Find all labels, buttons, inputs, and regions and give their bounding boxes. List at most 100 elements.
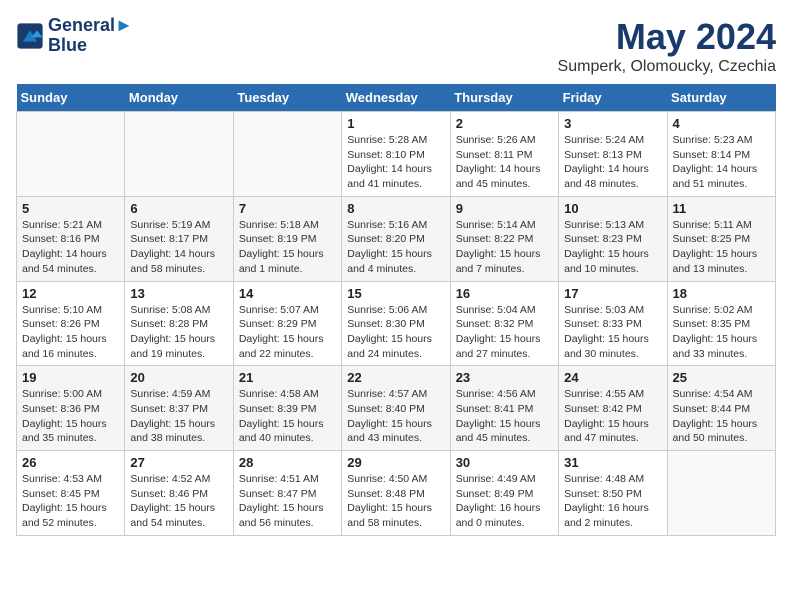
day-info: Sunrise: 5:28 AM Sunset: 8:10 PM Dayligh… [347,133,444,192]
week-row-4: 19 Sunrise: 5:00 AM Sunset: 8:36 PM Dayli… [17,366,776,451]
header-row: SundayMondayTuesdayWednesdayThursdayFrid… [17,84,776,112]
day-number: 22 [347,370,444,385]
day-info: Sunrise: 4:48 AM Sunset: 8:50 PM Dayligh… [564,472,661,531]
day-number: 2 [456,116,553,131]
day-cell: 1 Sunrise: 5:28 AM Sunset: 8:10 PM Daylig… [342,112,450,197]
day-info: Sunrise: 5:08 AM Sunset: 8:28 PM Dayligh… [130,303,227,362]
day-cell: 30Sunrise: 4:49 AM Sunset: 8:49 PM Dayli… [450,451,558,536]
logo-icon [16,22,44,50]
day-cell: 8Sunrise: 5:16 AM Sunset: 8:20 PM Daylig… [342,196,450,281]
day-number: 31 [564,455,661,470]
day-cell: 28Sunrise: 4:51 AM Sunset: 8:47 PM Dayli… [233,451,341,536]
day-info: Sunrise: 4:50 AM Sunset: 8:48 PM Dayligh… [347,472,444,531]
day-cell [125,112,233,197]
day-info: Sunrise: 4:49 AM Sunset: 8:49 PM Dayligh… [456,472,553,531]
day-info: Sunrise: 5:19 AM Sunset: 8:17 PM Dayligh… [130,218,227,277]
day-number: 19 [22,370,119,385]
day-number: 27 [130,455,227,470]
day-cell: 16 Sunrise: 5:04 AM Sunset: 8:32 PM Dayli… [450,281,558,366]
day-number: 3 [564,116,661,131]
day-number: 14 [239,286,336,301]
day-number: 7 [239,201,336,216]
day-number: 4 [673,116,770,131]
day-cell: 17Sunrise: 5:03 AM Sunset: 8:33 PM Dayli… [559,281,667,366]
day-cell: 11 Sunrise: 5:11 AM Sunset: 8:25 PM Dayli… [667,196,775,281]
day-info: Sunrise: 4:55 AM Sunset: 8:42 PM Dayligh… [564,387,661,446]
logo-text: General► Blue [48,16,133,56]
day-info: Sunrise: 5:04 AM Sunset: 8:32 PM Dayligh… [456,303,553,362]
day-info: Sunrise: 5:13 AM Sunset: 8:23 PM Dayligh… [564,218,661,277]
day-number: 23 [456,370,553,385]
day-cell [667,451,775,536]
day-info: Sunrise: 4:59 AM Sunset: 8:37 PM Dayligh… [130,387,227,446]
header-day-monday: Monday [125,84,233,112]
day-number: 5 [22,201,119,216]
header-day-tuesday: Tuesday [233,84,341,112]
day-info: Sunrise: 5:06 AM Sunset: 8:30 PM Dayligh… [347,303,444,362]
day-cell: 23 Sunrise: 4:56 AM Sunset: 8:41 PM Dayli… [450,366,558,451]
day-cell: 2 Sunrise: 5:26 AM Sunset: 8:11 PM Daylig… [450,112,558,197]
day-number: 11 [673,201,770,216]
day-cell: 18 Sunrise: 5:02 AM Sunset: 8:35 PM Dayli… [667,281,775,366]
day-number: 9 [456,201,553,216]
page-header: General► Blue May 2024 Sumperk, Olomouck… [16,16,776,76]
day-number: 21 [239,370,336,385]
day-info: Sunrise: 5:24 AM Sunset: 8:13 PM Dayligh… [564,133,661,192]
day-cell: 24 Sunrise: 4:55 AM Sunset: 8:42 PM Dayli… [559,366,667,451]
day-cell: 19 Sunrise: 5:00 AM Sunset: 8:36 PM Dayli… [17,366,125,451]
day-number: 25 [673,370,770,385]
day-cell: 10 Sunrise: 5:13 AM Sunset: 8:23 PM Dayli… [559,196,667,281]
day-cell: 31 Sunrise: 4:48 AM Sunset: 8:50 PM Dayli… [559,451,667,536]
day-info: Sunrise: 4:57 AM Sunset: 8:40 PM Dayligh… [347,387,444,446]
day-info: Sunrise: 5:00 AM Sunset: 8:36 PM Dayligh… [22,387,119,446]
header-day-friday: Friday [559,84,667,112]
day-cell: 4 Sunrise: 5:23 AM Sunset: 8:14 PM Daylig… [667,112,775,197]
day-info: Sunrise: 5:07 AM Sunset: 8:29 PM Dayligh… [239,303,336,362]
day-info: Sunrise: 5:18 AM Sunset: 8:19 PM Dayligh… [239,218,336,277]
header-day-wednesday: Wednesday [342,84,450,112]
day-cell: 14 Sunrise: 5:07 AM Sunset: 8:29 PM Dayli… [233,281,341,366]
day-cell: 13 Sunrise: 5:08 AM Sunset: 8:28 PM Dayli… [125,281,233,366]
day-number: 1 [347,116,444,131]
day-cell: 22 Sunrise: 4:57 AM Sunset: 8:40 PM Dayli… [342,366,450,451]
day-cell: 6 Sunrise: 5:19 AM Sunset: 8:17 PM Daylig… [125,196,233,281]
day-cell: 27Sunrise: 4:52 AM Sunset: 8:46 PM Dayli… [125,451,233,536]
day-cell: 25 Sunrise: 4:54 AM Sunset: 8:44 PM Dayli… [667,366,775,451]
day-info: Sunrise: 5:21 AM Sunset: 8:16 PM Dayligh… [22,218,119,277]
day-number: 16 [456,286,553,301]
header-day-sunday: Sunday [17,84,125,112]
day-info: Sunrise: 4:53 AM Sunset: 8:45 PM Dayligh… [22,472,119,531]
day-cell: 20 Sunrise: 4:59 AM Sunset: 8:37 PM Dayli… [125,366,233,451]
day-info: Sunrise: 5:03 AM Sunset: 8:33 PM Dayligh… [564,303,661,362]
day-number: 18 [673,286,770,301]
day-number: 28 [239,455,336,470]
calendar-title: May 2024 [558,16,776,58]
day-info: Sunrise: 4:54 AM Sunset: 8:44 PM Dayligh… [673,387,770,446]
day-number: 29 [347,455,444,470]
day-cell: 26Sunrise: 4:53 AM Sunset: 8:45 PM Dayli… [17,451,125,536]
calendar-table: SundayMondayTuesdayWednesdayThursdayFrid… [16,84,776,536]
day-cell: 3 Sunrise: 5:24 AM Sunset: 8:13 PM Daylig… [559,112,667,197]
day-info: Sunrise: 5:26 AM Sunset: 8:11 PM Dayligh… [456,133,553,192]
day-info: Sunrise: 5:10 AM Sunset: 8:26 PM Dayligh… [22,303,119,362]
logo: General► Blue [16,16,133,56]
day-cell [17,112,125,197]
day-cell: 5 Sunrise: 5:21 AM Sunset: 8:16 PM Daylig… [17,196,125,281]
week-row-2: 5 Sunrise: 5:21 AM Sunset: 8:16 PM Daylig… [17,196,776,281]
week-row-3: 12Sunrise: 5:10 AM Sunset: 8:26 PM Dayli… [17,281,776,366]
day-info: Sunrise: 5:02 AM Sunset: 8:35 PM Dayligh… [673,303,770,362]
title-block: May 2024 Sumperk, Olomoucky, Czechia [558,16,776,76]
day-number: 10 [564,201,661,216]
day-number: 24 [564,370,661,385]
day-number: 15 [347,286,444,301]
day-info: Sunrise: 5:14 AM Sunset: 8:22 PM Dayligh… [456,218,553,277]
day-number: 6 [130,201,227,216]
day-info: Sunrise: 4:56 AM Sunset: 8:41 PM Dayligh… [456,387,553,446]
day-info: Sunrise: 5:23 AM Sunset: 8:14 PM Dayligh… [673,133,770,192]
header-day-saturday: Saturday [667,84,775,112]
day-number: 13 [130,286,227,301]
day-info: Sunrise: 5:16 AM Sunset: 8:20 PM Dayligh… [347,218,444,277]
day-number: 20 [130,370,227,385]
week-row-1: 1 Sunrise: 5:28 AM Sunset: 8:10 PM Daylig… [17,112,776,197]
day-info: Sunrise: 5:11 AM Sunset: 8:25 PM Dayligh… [673,218,770,277]
